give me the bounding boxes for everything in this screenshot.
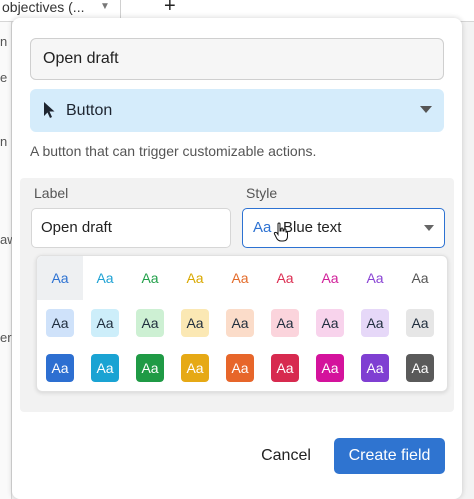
style-swatch-orange-light[interactable]: Aa bbox=[226, 309, 254, 337]
style-preview-swatch: Aa bbox=[253, 219, 272, 236]
style-swatch-yellow-light[interactable]: Aa bbox=[181, 309, 209, 337]
style-swatch-purple-text[interactable]: Aa bbox=[361, 264, 389, 292]
row-fragment: e bbox=[0, 70, 8, 85]
row-fragment: aw bbox=[0, 232, 12, 247]
style-swatch-green-text[interactable]: Aa bbox=[136, 264, 164, 292]
add-column-icon[interactable]: + bbox=[164, 0, 176, 16]
style-swatch-blue-light[interactable]: Aa bbox=[46, 309, 74, 337]
column-header-chevron-icon[interactable]: ▼ bbox=[100, 0, 110, 14]
style-swatch-cyan-solid[interactable]: Aa bbox=[91, 354, 119, 382]
style-swatch-blue-text[interactable]: Aa bbox=[46, 264, 74, 292]
style-swatch-gray-solid[interactable]: Aa bbox=[406, 354, 434, 382]
cancel-button[interactable]: Cancel bbox=[257, 438, 315, 474]
style-palette: Aa Aa Aa Aa Aa Aa Aa Aa Aa Aa Aa Aa Aa Aa Aa Aa Aa Aa Aa Aa… bbox=[36, 255, 448, 392]
style-swatch-green-solid[interactable]: Aa bbox=[136, 354, 164, 382]
style-select[interactable]: Aa Blue text bbox=[242, 208, 445, 248]
chevron-down-icon bbox=[420, 106, 432, 113]
cursor-arrow-icon bbox=[44, 102, 55, 118]
style-swatch-pink-light[interactable]: Aa bbox=[316, 309, 344, 337]
column-divider bbox=[120, 0, 121, 20]
style-swatch-purple-solid[interactable]: Aa bbox=[361, 354, 389, 382]
style-swatch-red-solid[interactable]: Aa bbox=[271, 354, 299, 382]
style-swatch-yellow-solid[interactable]: Aa bbox=[181, 354, 209, 382]
style-selected-value: Blue text bbox=[283, 219, 342, 236]
style-swatch-yellow-text[interactable]: Aa bbox=[181, 264, 209, 292]
label-heading: Label bbox=[34, 185, 69, 201]
style-swatch-gray-light[interactable]: Aa bbox=[406, 309, 434, 337]
field-name-input[interactable]: Open draft bbox=[30, 38, 444, 80]
style-swatch-pink-solid[interactable]: Aa bbox=[316, 354, 344, 382]
style-swatch-blue-solid[interactable]: Aa bbox=[46, 354, 74, 382]
button-label-input[interactable]: Open draft bbox=[31, 208, 231, 248]
style-swatch-pink-text[interactable]: Aa bbox=[316, 264, 344, 292]
style-swatch-red-light[interactable]: Aa bbox=[271, 309, 299, 337]
column-header-objectives[interactable]: objectives (... bbox=[0, 0, 84, 20]
style-swatch-orange-solid[interactable]: Aa bbox=[226, 354, 254, 382]
field-type-select[interactable]: Button bbox=[30, 89, 444, 132]
create-field-button[interactable]: Create field bbox=[334, 438, 445, 474]
style-swatch-cyan-light[interactable]: Aa bbox=[91, 309, 119, 337]
style-swatch-green-light[interactable]: Aa bbox=[136, 309, 164, 337]
row-fragment: n bbox=[0, 34, 8, 49]
style-heading: Style bbox=[246, 185, 278, 201]
row-fragment: n bbox=[0, 134, 8, 149]
style-swatch-red-text[interactable]: Aa bbox=[271, 264, 299, 292]
button-options-section: Label Style Open draft Aa Blue text Aa Aa… bbox=[20, 178, 454, 412]
chevron-down-icon bbox=[424, 225, 434, 231]
field-config-dialog: Open draft Button A button that can trig… bbox=[12, 18, 462, 499]
row-fragment: er bbox=[0, 330, 12, 345]
field-type-description: A button that can trigger customizable a… bbox=[30, 143, 317, 159]
style-swatch-gray-text[interactable]: Aa bbox=[406, 264, 434, 292]
style-swatch-orange-text[interactable]: Aa bbox=[226, 264, 254, 292]
hand-pointer-icon bbox=[273, 222, 288, 242]
grid-left-rows: n e n aw er bbox=[0, 22, 12, 499]
field-type-label: Button bbox=[66, 102, 113, 119]
style-swatch-cyan-text[interactable]: Aa bbox=[91, 264, 119, 292]
style-swatch-purple-light[interactable]: Aa bbox=[361, 309, 389, 337]
